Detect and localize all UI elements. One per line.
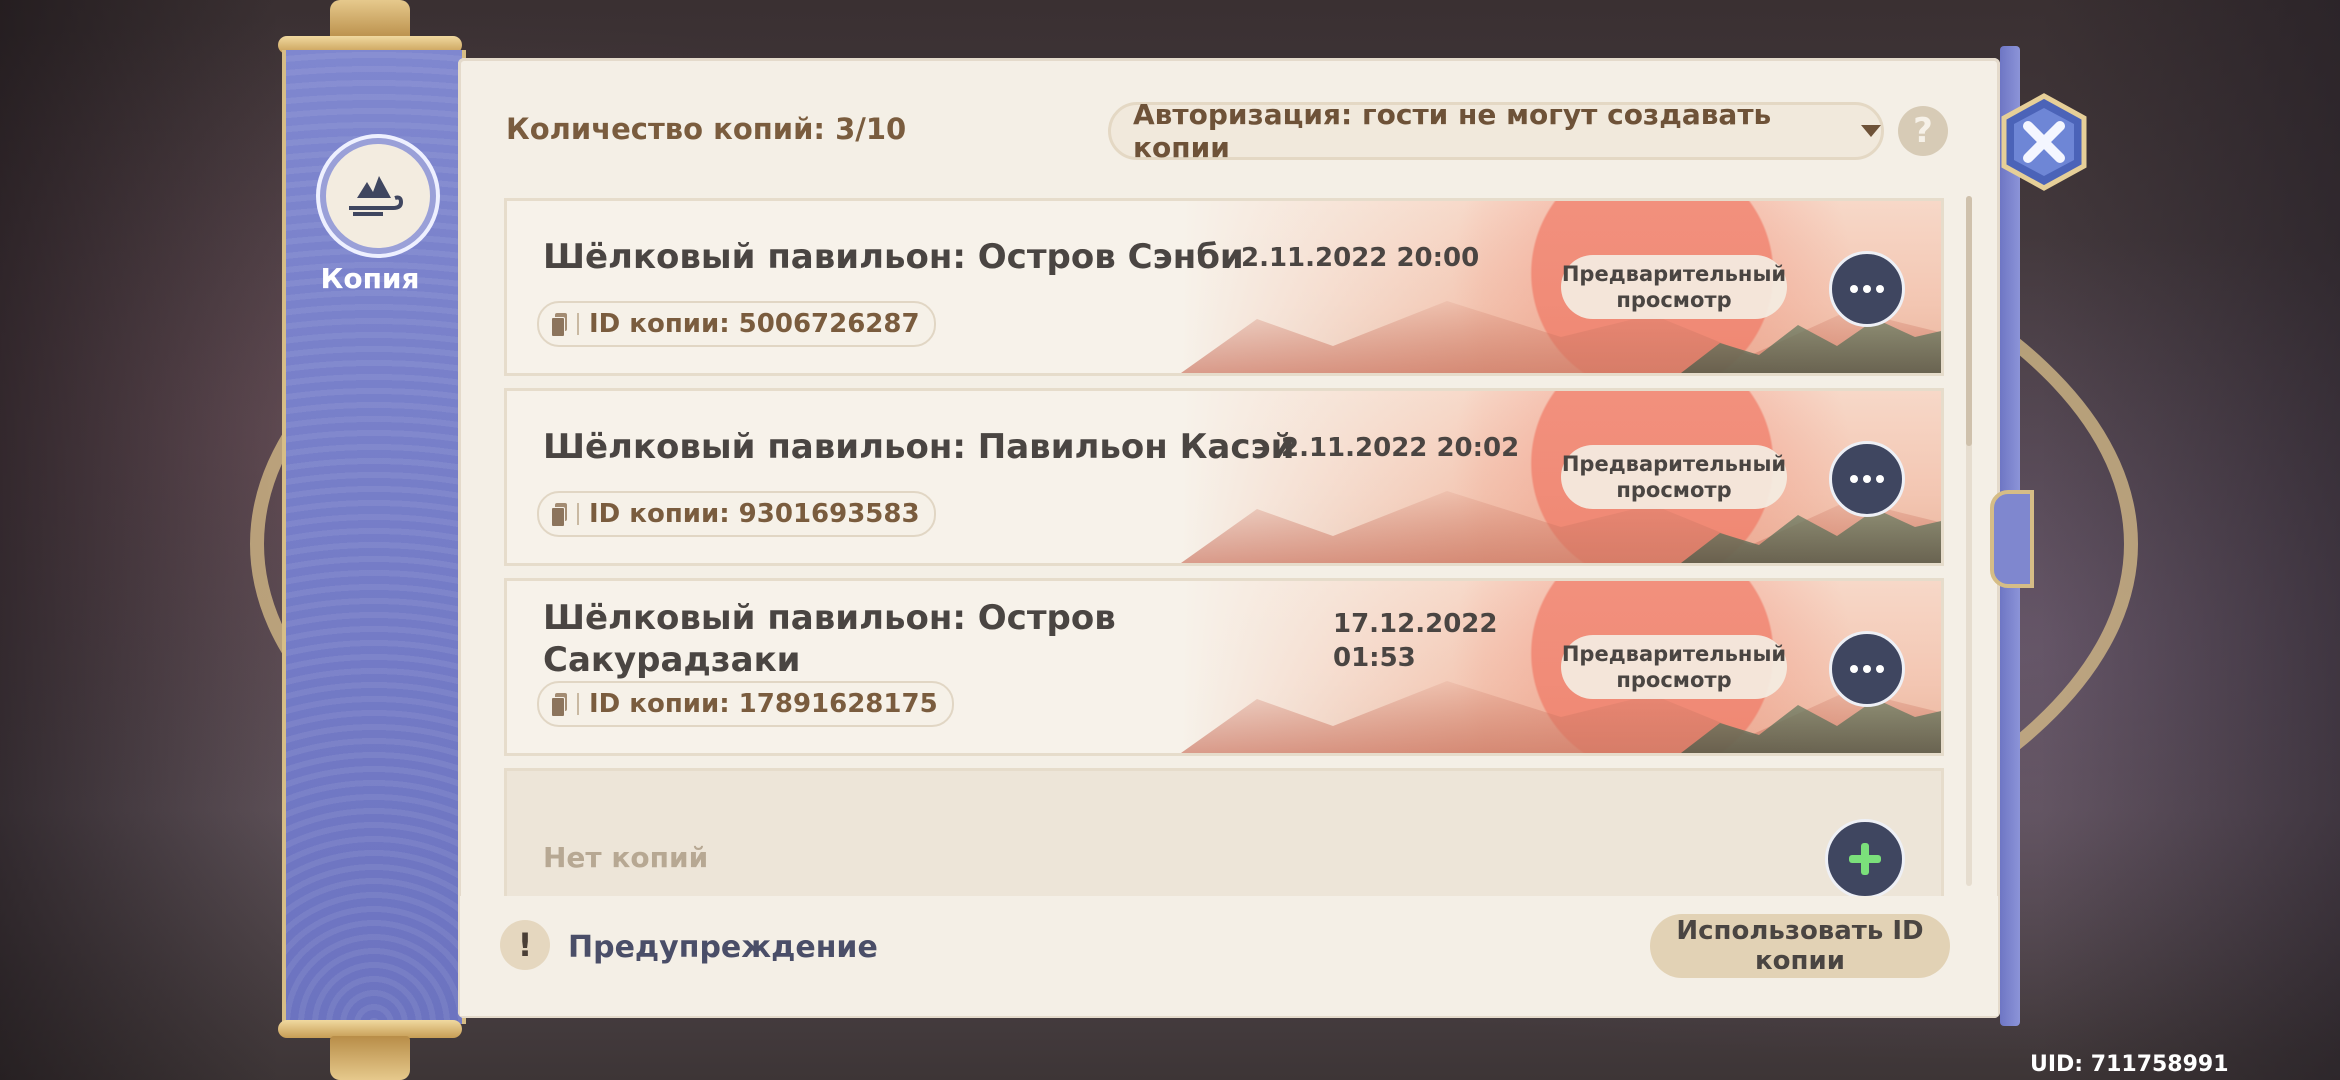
- chevron-down-icon: [1861, 125, 1881, 137]
- more-icon: [1850, 475, 1858, 483]
- copy-count-label: Количество копий: 3/10: [506, 112, 907, 146]
- copy-date: 2.11.2022 20:00: [1241, 243, 1480, 273]
- more-icon-dot: [1863, 475, 1871, 483]
- copy-id-pill[interactable]: ID копии: 17891628175: [537, 681, 954, 727]
- copy-title: Шёлковый павильон: Остров Сэнби: [543, 237, 1244, 277]
- help-button[interactable]: ?: [1898, 106, 1948, 156]
- copies-list: Шёлковый павильон: Остров Сэнби 2.11.202…: [504, 198, 1944, 904]
- list-scrollbar-thumb[interactable]: [1966, 196, 1972, 446]
- more-icon-dot: [1876, 285, 1884, 293]
- scroll-cap-bottom: [330, 1036, 410, 1080]
- copy-id-label: ID копии: 5006726287: [589, 309, 920, 339]
- copy-id-pill[interactable]: ID копии: 9301693583: [537, 491, 936, 537]
- sidebar-label: Копия: [320, 262, 420, 295]
- copy-icon: [551, 503, 567, 527]
- add-copy-button[interactable]: [1825, 819, 1905, 899]
- more-icon-dot: [1876, 665, 1884, 673]
- more-button[interactable]: [1829, 631, 1905, 707]
- more-icon-dot: [1863, 665, 1871, 673]
- copy-date: 17.12.2022 01:53: [1333, 609, 1498, 673]
- background-left-shade: [0, 0, 280, 1080]
- copy-title: Шёлковый павильон: Павильон Касэй: [543, 427, 1295, 467]
- empty-copy-slot: Нет копий: [504, 768, 1944, 904]
- copy-date: 2.11.2022 20:02: [1281, 433, 1520, 463]
- copy-icon: [551, 313, 567, 337]
- uid-label: UID: 711758991: [2030, 1052, 2229, 1077]
- more-button[interactable]: [1829, 441, 1905, 517]
- panel-side-tab: [1990, 490, 2034, 588]
- authorization-dropdown[interactable]: Авторизация: гости не могут создавать ко…: [1108, 98, 1884, 164]
- close-icon: [2001, 93, 2087, 191]
- copy-id-label: ID копии: 9301693583: [589, 499, 920, 529]
- empty-slot-label: Нет копий: [543, 841, 709, 874]
- preview-button[interactable]: Предварительный просмотр: [1561, 445, 1787, 509]
- more-icon-dot: [1876, 475, 1884, 483]
- more-icon: [1850, 285, 1858, 293]
- separator: [577, 693, 579, 715]
- copy-id-pill[interactable]: ID копии: 5006726287: [537, 301, 936, 347]
- preview-button[interactable]: Предварительный просмотр: [1561, 255, 1787, 319]
- copy-card: Шёлковый павильон: Остров Сакурадзаки 17…: [504, 578, 1944, 756]
- warning-icon[interactable]: !: [500, 920, 550, 970]
- plus-icon: [1849, 843, 1881, 875]
- preview-button[interactable]: Предварительный просмотр: [1561, 635, 1787, 699]
- more-icon: [1850, 665, 1858, 673]
- authorization-label: Авторизация: гости не могут создавать ко…: [1133, 98, 1772, 164]
- separator: [577, 503, 579, 525]
- copy-id-label: ID копии: 17891628175: [589, 689, 938, 719]
- copy-title: Шёлковый павильон: Остров Сакурадзаки: [543, 598, 1116, 680]
- more-icon-dot: [1863, 285, 1871, 293]
- copy-card: Шёлковый павильон: Павильон Касэй 2.11.2…: [504, 388, 1944, 566]
- close-button[interactable]: [1994, 92, 2094, 192]
- copy-card: Шёлковый павильон: Остров Сэнби 2.11.202…: [504, 198, 1944, 376]
- more-button[interactable]: [1829, 251, 1905, 327]
- copy-icon: [551, 693, 567, 717]
- use-copy-id-button[interactable]: Использовать ID копии: [1650, 914, 1950, 978]
- separator: [577, 313, 579, 335]
- copy-emblem-icon: [320, 138, 436, 254]
- warning-link[interactable]: Предупреждение: [568, 930, 878, 965]
- scroll-cap-top: [330, 0, 410, 40]
